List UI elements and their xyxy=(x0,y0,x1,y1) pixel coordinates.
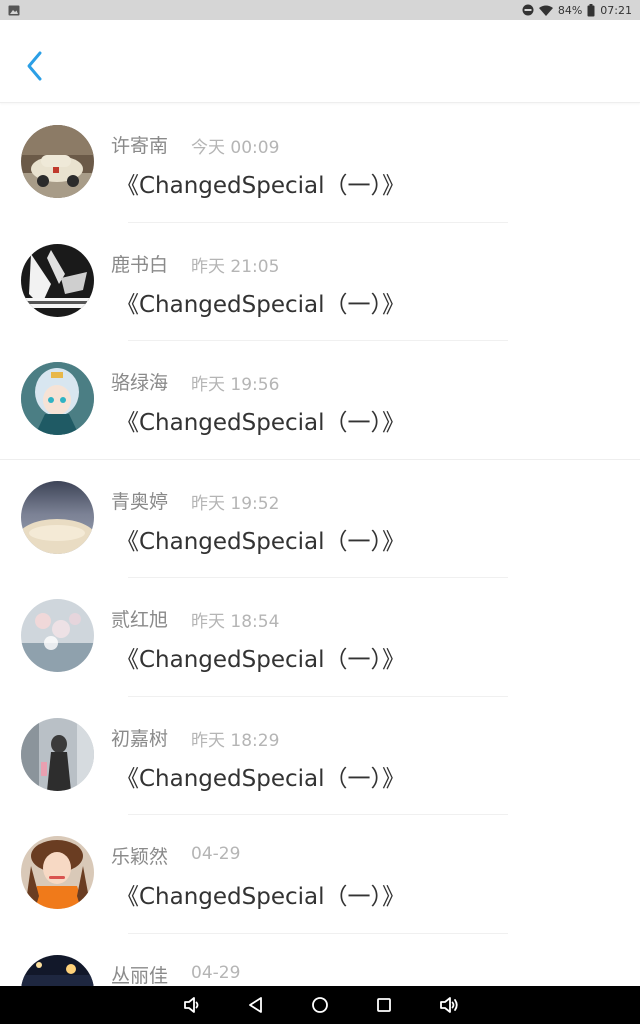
battery-icon xyxy=(587,3,595,17)
gallery-icon xyxy=(8,5,20,16)
battery-percent: 84% xyxy=(557,3,583,17)
recents-icon xyxy=(377,998,391,1012)
message-time: 昨天 21:05 xyxy=(191,256,280,277)
list-item[interactable]: 骆绿海 昨天 19:56 《ChangedSpecial（一）》 xyxy=(0,341,640,460)
list-item[interactable]: 初嘉树 昨天 18:29 《ChangedSpecial（一）》 xyxy=(0,697,640,815)
message-time: 昨天 19:52 xyxy=(191,493,280,514)
avatar xyxy=(21,836,94,909)
message-title: 《ChangedSpecial（一）》 xyxy=(116,765,406,792)
wifi-icon xyxy=(538,5,553,16)
message-time: 今天 00:09 xyxy=(191,138,280,158)
do-not-disturb-icon xyxy=(522,4,534,16)
nav-back-button[interactable] xyxy=(245,994,267,1016)
sender-name: 乐颖然 xyxy=(111,846,169,868)
nav-recents-button[interactable] xyxy=(373,994,395,1016)
back-button[interactable] xyxy=(14,46,54,86)
list-item[interactable]: 贰红旭 昨天 18:54 《ChangedSpecial（一）》 xyxy=(0,578,640,697)
back-icon xyxy=(249,997,262,1013)
message-time: 昨天 18:29 xyxy=(191,730,280,751)
volume-down-button[interactable] xyxy=(181,994,203,1016)
avatar xyxy=(21,599,94,672)
sender-name: 青奥婷 xyxy=(111,490,169,513)
message-title: 《ChangedSpecial（一）》 xyxy=(116,884,406,910)
volume-up-button[interactable] xyxy=(438,994,460,1016)
status-bar: 84% 07:21 xyxy=(0,0,640,20)
sender-name: 贰红旭 xyxy=(111,609,169,631)
avatar xyxy=(21,717,94,791)
list-item[interactable]: 青奥婷 昨天 19:52 《ChangedSpecial（一）》 xyxy=(0,460,640,578)
avatar xyxy=(21,243,94,317)
avatar xyxy=(21,362,94,435)
screen: 84% 07:21 许寄南 今天 00:09 《ChangedSpecial（一… xyxy=(0,0,640,1024)
message-time: 04-29 xyxy=(191,844,241,864)
sender-name: 丛丽佳 xyxy=(111,964,169,987)
sender-name: 骆绿海 xyxy=(111,372,169,394)
avatar xyxy=(21,125,94,198)
message-list: 许寄南 今天 00:09 《ChangedSpecial（一）》 鹿书白 昨天 … xyxy=(0,104,640,1024)
app-header xyxy=(0,20,640,103)
message-title: 《ChangedSpecial（一）》 xyxy=(116,173,406,199)
list-item[interactable]: 许寄南 今天 00:09 《ChangedSpecial（一）》 xyxy=(0,104,640,223)
chevron-left-icon xyxy=(27,51,42,81)
message-title: 《ChangedSpecial（一）》 xyxy=(116,291,406,318)
volume-up-icon xyxy=(440,997,458,1013)
message-time: 04-29 xyxy=(191,962,241,983)
home-icon xyxy=(312,997,328,1013)
list-item[interactable]: 乐颖然 04-29 《ChangedSpecial（一）》 xyxy=(0,815,640,934)
avatar xyxy=(21,480,94,554)
clock: 07:21 xyxy=(600,3,632,17)
message-time: 昨天 18:54 xyxy=(191,612,280,632)
sender-name: 许寄南 xyxy=(111,135,169,157)
message-title: 《ChangedSpecial（一）》 xyxy=(116,647,406,673)
volume-down-icon xyxy=(184,997,199,1013)
sender-name: 初嘉树 xyxy=(111,727,169,750)
message-time: 昨天 19:56 xyxy=(191,375,280,395)
navigation-bar xyxy=(0,986,640,1024)
list-item[interactable]: 鹿书白 昨天 21:05 《ChangedSpecial（一）》 xyxy=(0,223,640,341)
sender-name: 鹿书白 xyxy=(111,253,169,276)
nav-home-button[interactable] xyxy=(309,994,331,1016)
message-title: 《ChangedSpecial（一）》 xyxy=(116,410,406,436)
message-title: 《ChangedSpecial（一）》 xyxy=(116,528,406,555)
